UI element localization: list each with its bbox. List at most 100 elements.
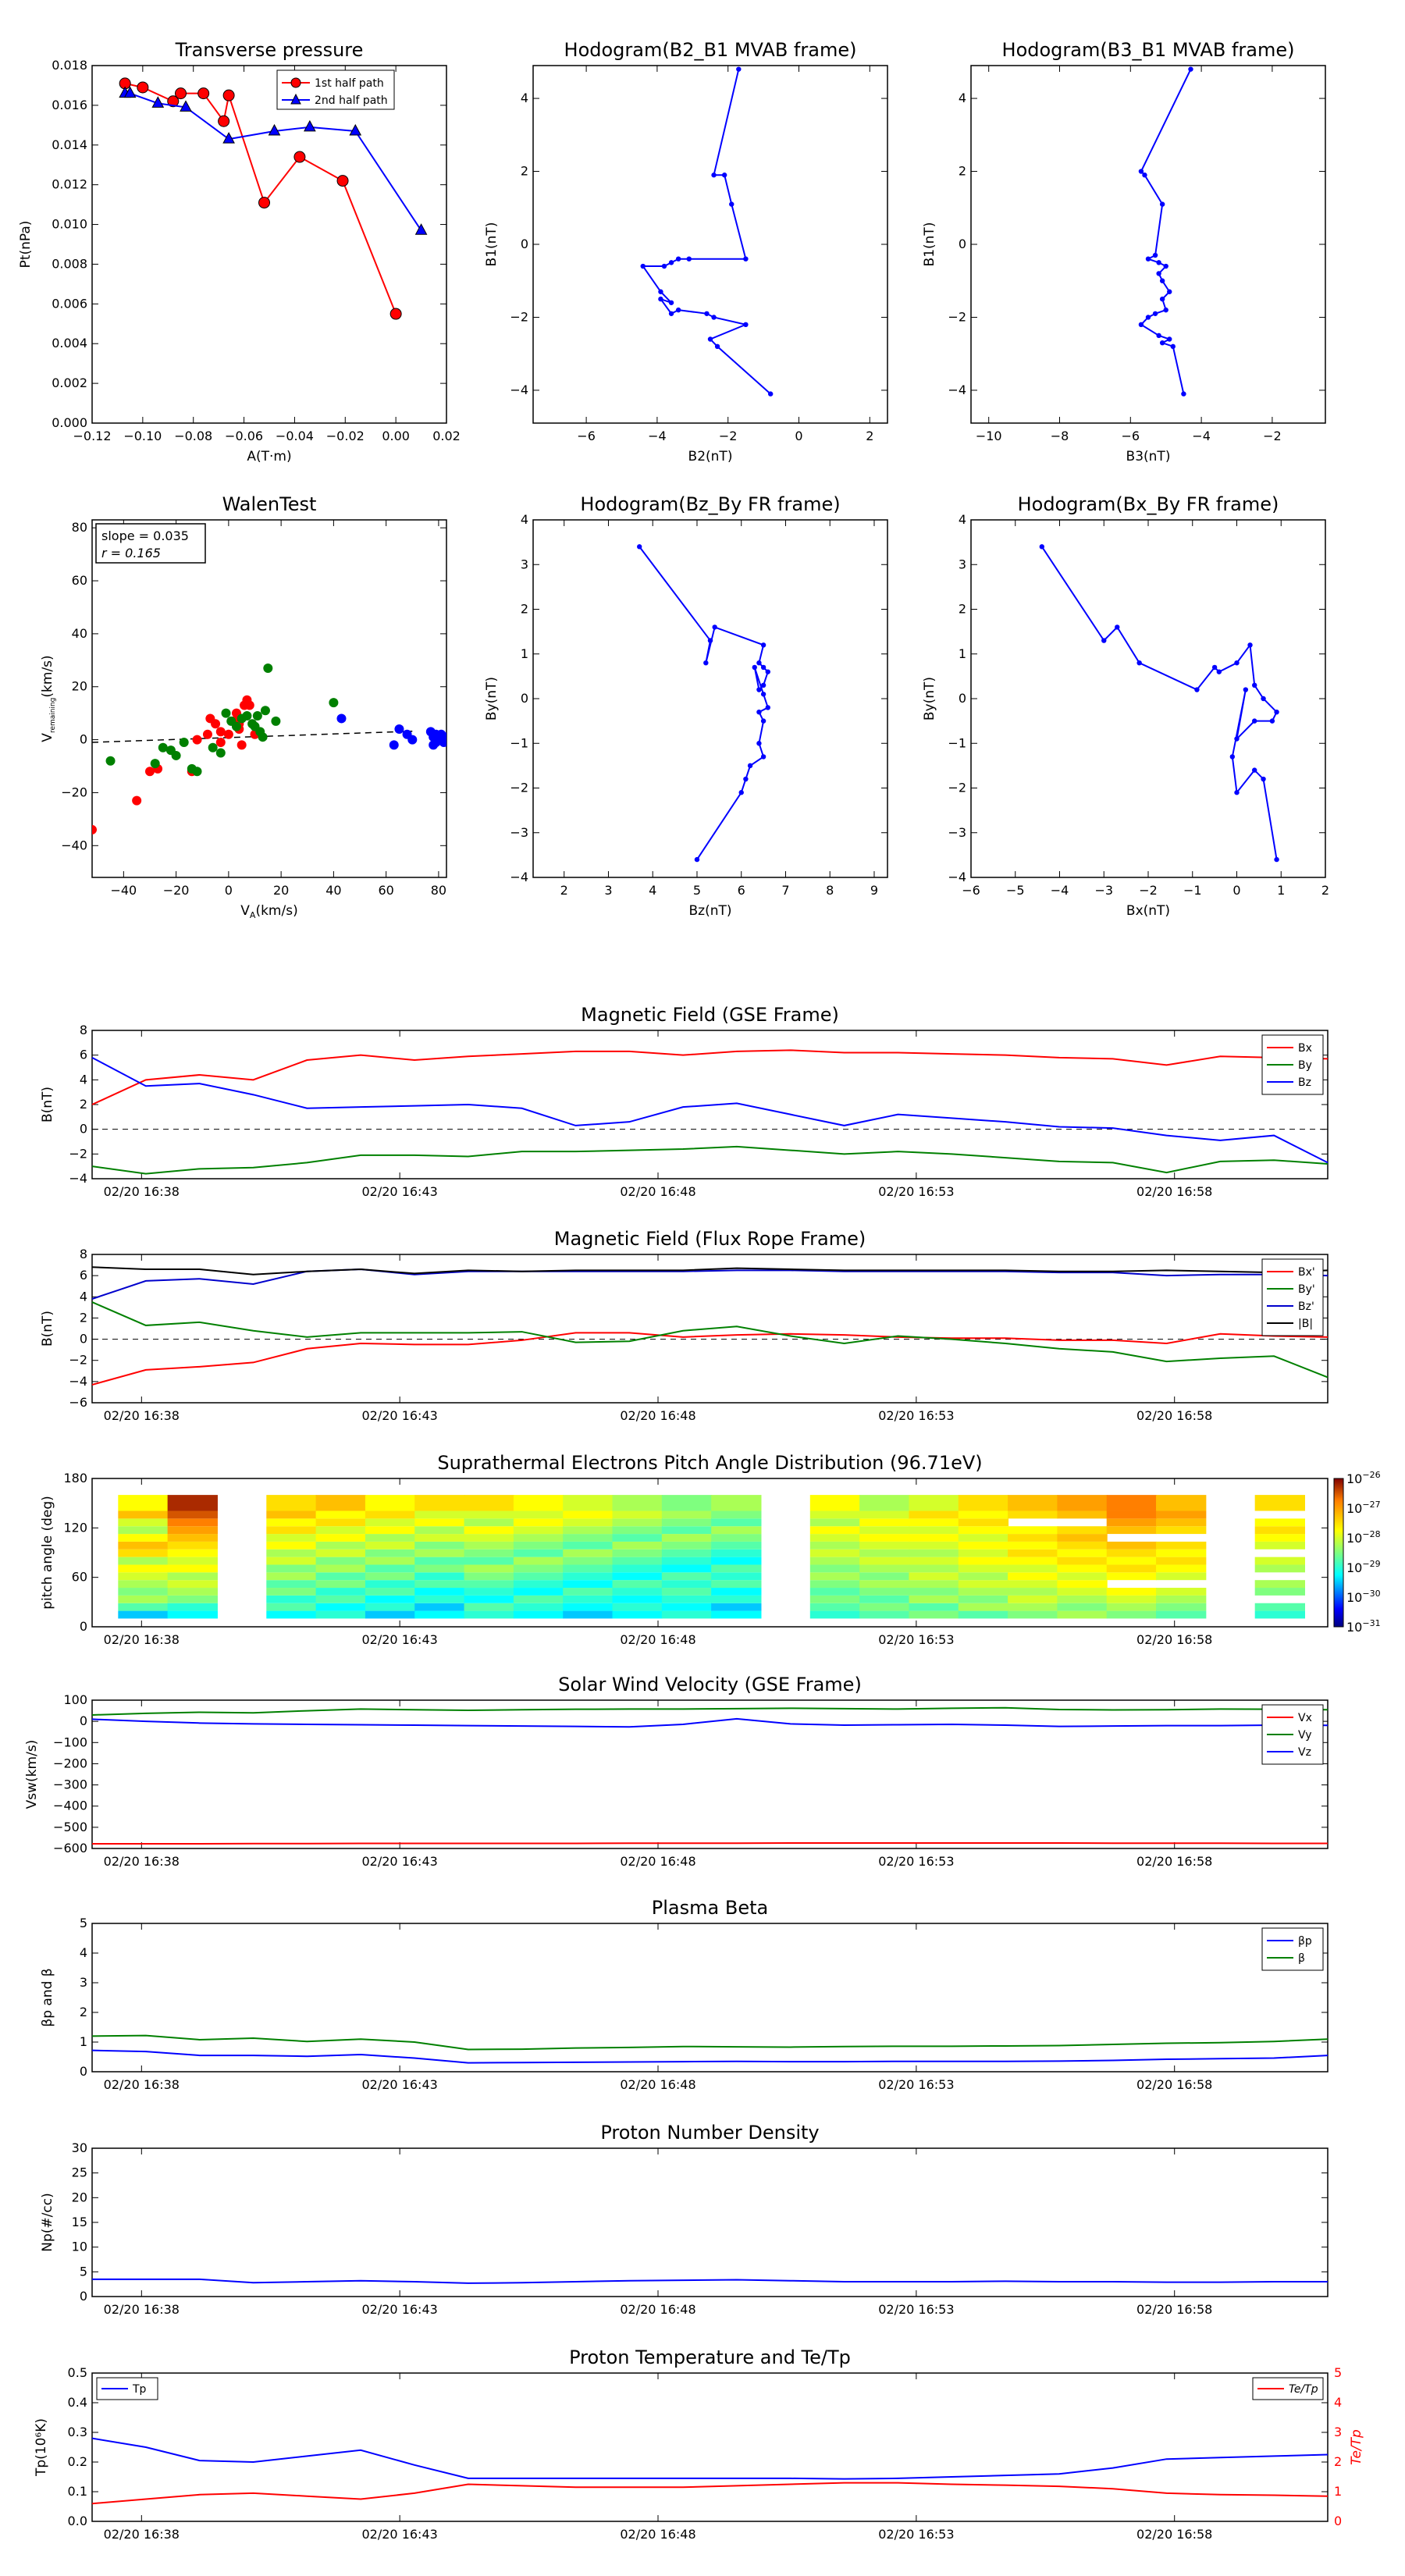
panel-walen: WalenTest −40 −20 0 20 40 60 80 −40 −20 0 20 40 60 80 s… — [40, 493, 447, 920]
y-tick-label: −4 — [510, 870, 528, 884]
y-axis-label: By(nT) — [922, 677, 937, 720]
series-line — [641, 69, 771, 395]
axes-frame — [91, 519, 447, 878]
legend: Vx Vy Vz — [1261, 1704, 1324, 1765]
heatmap-cell — [1057, 1603, 1108, 1611]
y-tick-label: 4 — [959, 91, 966, 105]
heatmap-cell — [464, 1557, 514, 1565]
y-tick-label: 0.002 — [52, 375, 87, 390]
heatmap-cell — [315, 1595, 366, 1603]
data-point — [218, 115, 230, 127]
heatmap-cell — [1008, 1588, 1058, 1596]
heatmap-cell — [563, 1595, 614, 1603]
data-point — [258, 732, 268, 742]
heatmap-cell — [958, 1541, 1009, 1550]
data-point — [105, 756, 116, 766]
legend-label: By — [1298, 1059, 1312, 1072]
data-point — [150, 759, 160, 769]
colorbar-tick-label: 10−30 — [1346, 1589, 1381, 1605]
heatmap-cell — [711, 1572, 762, 1581]
data-point — [743, 322, 749, 328]
heatmap-cell — [167, 1588, 218, 1596]
heatmap-cell — [1008, 1610, 1058, 1619]
x-tick-label: −4 — [1192, 429, 1211, 443]
y-axis-label: Vsw(km/s) — [24, 1740, 40, 1809]
heatmap-cell — [365, 1580, 416, 1589]
colorbar-tick-label: 10−31 — [1346, 1618, 1381, 1635]
data-point — [442, 732, 446, 742]
data-point — [747, 763, 753, 769]
y-tick-label: 4 — [521, 91, 528, 105]
data-point — [1159, 296, 1165, 302]
data-point — [675, 256, 681, 262]
data-point — [92, 824, 97, 834]
y-tick-label: 0 — [959, 237, 966, 251]
axes-frame — [91, 65, 447, 424]
data-point — [658, 289, 663, 294]
heatmap-cell — [118, 1541, 169, 1550]
x-tick-label: 02/20 16:53 — [878, 1184, 954, 1199]
y-tick-label: 0 — [521, 691, 528, 706]
data-point — [703, 660, 709, 666]
figure-canvas: Transverse pressure−0.12 −0.10 −0.08 −0.06−… — [18, 39, 1381, 2542]
heatmap-cell — [1106, 1518, 1158, 1527]
data-point — [237, 740, 247, 750]
heatmap-cell — [1008, 1572, 1058, 1581]
heatmap-cell — [1057, 1534, 1108, 1542]
axes-frame — [91, 2372, 1329, 2522]
data-point — [661, 263, 667, 269]
heatmap-cell — [513, 1518, 564, 1527]
heatmap-cell — [1008, 1580, 1058, 1589]
heatmap-cell — [563, 1549, 614, 1557]
heatmap-cell — [958, 1495, 1009, 1511]
x-tick-label: 6 — [738, 883, 745, 898]
heatmap-cell — [859, 1534, 910, 1542]
heatmap-cell — [1057, 1495, 1108, 1511]
heatmap-cell — [661, 1549, 713, 1557]
chart-title: Proton Temperature and Te/Tp — [569, 2347, 851, 2368]
heatmap-cell — [711, 1534, 762, 1542]
heatmap-cell — [1057, 1541, 1108, 1550]
x-tick-label: 02/20 16:43 — [362, 1854, 438, 1869]
heatmap-cell — [909, 1549, 959, 1557]
x-tick-label: −0.02 — [326, 429, 365, 443]
heatmap-cell — [167, 1595, 218, 1603]
heatmap-cell — [464, 1549, 514, 1557]
series-line — [92, 1841, 1328, 1845]
heatmap-cell — [809, 1572, 861, 1581]
heatmap-cell — [266, 1595, 317, 1603]
data-point — [304, 119, 316, 132]
data-point — [721, 173, 727, 178]
y-tick-label: 0 — [80, 1332, 87, 1347]
heatmap-cell — [612, 1580, 663, 1589]
data-point — [1170, 343, 1176, 350]
y-tick-label: 2 — [80, 1310, 87, 1325]
series-line — [91, 1056, 1329, 1164]
heatmap-cell — [711, 1557, 762, 1565]
heatmap-cell — [167, 1549, 218, 1557]
data-point — [208, 742, 218, 753]
data-point — [231, 721, 241, 731]
y-axis-label: B1(nT) — [484, 222, 500, 267]
y-tick-label-right: 4 — [1334, 2395, 1342, 2410]
x-tick-label: 02/20 16:58 — [1136, 2527, 1212, 2542]
legend-label: Bz — [1298, 1076, 1311, 1089]
heatmap-cell — [909, 1564, 959, 1573]
heatmap-cell — [266, 1610, 317, 1619]
data-point — [1188, 66, 1193, 72]
y-tick-label: 4 — [80, 1289, 87, 1304]
heatmap-cell — [464, 1534, 514, 1542]
heatmap-cell — [661, 1572, 713, 1581]
heatmap-cell — [414, 1588, 465, 1596]
heatmap-cell — [661, 1580, 713, 1589]
heatmap-cell — [809, 1541, 861, 1550]
y-axis-label: Pt(nPa) — [18, 221, 34, 269]
x-tick-label: 02/20 16:38 — [104, 1632, 180, 1647]
y-tick-label: 1 — [959, 646, 966, 661]
heatmap-cell — [266, 1495, 317, 1511]
x-tick-label: −4 — [648, 429, 667, 443]
heatmap-cell — [563, 1495, 614, 1511]
y-tick-label: −400 — [53, 1799, 87, 1813]
heatmap-cell — [266, 1580, 317, 1589]
data-point — [640, 263, 646, 269]
